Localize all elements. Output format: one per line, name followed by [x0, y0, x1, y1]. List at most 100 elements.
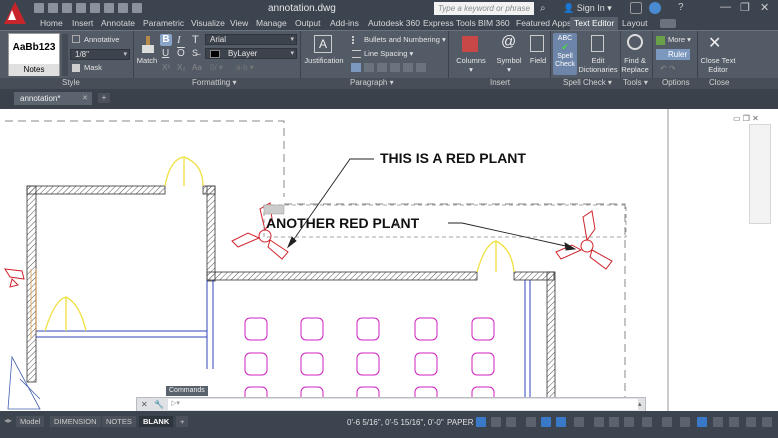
sign-in-button[interactable]: 👤 Sign In ▾ [563, 3, 612, 14]
navigation-bar[interactable] [749, 124, 771, 224]
text-style-swatch[interactable]: AaBb123 Notes [8, 33, 60, 76]
lineweight-icon[interactable] [574, 417, 584, 427]
panel-label-close[interactable]: Close [709, 78, 729, 87]
hardware-acceleration-icon[interactable] [697, 417, 707, 427]
panel-label-options[interactable]: Options [662, 78, 690, 87]
italic-button[interactable]: I [177, 34, 181, 46]
tab-parametric[interactable]: Parametric [143, 17, 184, 30]
selection-cycling-icon[interactable] [609, 417, 619, 427]
minimize-button[interactable]: — [720, 1, 731, 13]
ortho-icon[interactable] [506, 417, 516, 427]
close-window-button[interactable]: ✕ [760, 1, 769, 14]
strikethrough-icon[interactable]: S̶ [192, 48, 198, 58]
layout-nav-arrows[interactable]: ◂▸ [4, 416, 12, 425]
tracking-icon[interactable]: a-b ▾ [236, 63, 254, 72]
tab-text-editor[interactable]: Text Editor [570, 17, 619, 30]
bold-button[interactable]: B [160, 34, 172, 46]
justification-button[interactable]: Justification [303, 56, 345, 65]
tab-autodesk-360[interactable]: Autodesk 360 [368, 17, 420, 30]
tab-output[interactable]: Output [295, 17, 321, 30]
tab-manage[interactable]: Manage [256, 17, 287, 30]
annotation-scale-icon[interactable] [662, 417, 672, 427]
stay-connected-icon[interactable] [649, 2, 661, 14]
find-replace-button[interactable]: Find & Replace [620, 56, 650, 74]
align-right-icon[interactable] [377, 63, 387, 72]
tab-layout[interactable]: Layout [622, 17, 648, 30]
save-as-icon[interactable] [76, 3, 86, 13]
tab-view[interactable]: View [230, 17, 248, 30]
leader-text-red-plant[interactable]: THIS IS A RED PLANT [380, 150, 526, 166]
subscript-icon[interactable]: X₂ [177, 63, 185, 72]
help-icon[interactable]: ? [678, 2, 684, 13]
ruler-button[interactable]: Ruler [656, 49, 690, 60]
oblique-icon[interactable]: 0/ ▾ [210, 63, 223, 72]
restore-button[interactable]: ❐ [740, 1, 750, 14]
ribbon-minimize-toggle[interactable] [660, 19, 676, 28]
more-button[interactable]: More ▾ [668, 35, 691, 44]
font-combo[interactable]: Arial ▾ [205, 34, 297, 45]
edit-dictionaries-button[interactable]: Edit Dictionaries [578, 56, 618, 74]
workspace-icon[interactable] [132, 3, 142, 13]
open-icon[interactable] [48, 3, 58, 13]
command-close-icon[interactable]: ✕ [141, 400, 148, 409]
bullets-numbering-button[interactable]: Bullets and Numbering ▾ [364, 35, 446, 44]
undo-icon[interactable] [104, 3, 114, 13]
mask-button[interactable]: Mask [84, 63, 102, 72]
command-settings-icon[interactable]: 🔧 [154, 400, 164, 409]
quick-access-toolbar[interactable] [34, 3, 142, 14]
panel-label-spell-check[interactable]: Spell Check ▾ [563, 78, 612, 87]
close-text-editor-button[interactable]: Close Text Editor [699, 56, 737, 74]
search-icon[interactable]: ⌕ [540, 3, 546, 14]
spell-check-button[interactable]: ABC ✔ Spell Check [553, 33, 577, 75]
clean-screen-icon[interactable] [713, 417, 723, 427]
paragraph-icon[interactable] [416, 63, 426, 72]
layout-tab-notes[interactable]: NOTES [102, 416, 136, 427]
isodraft-icon[interactable] [541, 417, 551, 427]
align-center-icon[interactable] [364, 63, 374, 72]
annotative-button[interactable]: Annotative [84, 35, 119, 44]
save-icon[interactable] [62, 3, 72, 13]
columns-button[interactable]: Columns ▾ [452, 56, 490, 74]
layout-tab-blank[interactable]: BLANK [139, 416, 174, 427]
panel-label-style[interactable]: Style [62, 78, 80, 87]
tab-insert[interactable]: Insert [72, 17, 93, 30]
grid-icon[interactable] [476, 417, 486, 427]
match-button[interactable]: Match [135, 56, 159, 65]
panel-label-formatting[interactable]: Formatting ▾ [192, 78, 236, 87]
transparency-icon[interactable] [594, 417, 604, 427]
plot-icon[interactable] [90, 3, 100, 13]
command-input[interactable]: ▷▾ [168, 399, 638, 410]
underline-button[interactable]: U [162, 48, 169, 59]
align-left-icon[interactable] [351, 63, 361, 72]
tab-visualize[interactable]: Visualize [191, 17, 225, 30]
annotation-monitor-icon[interactable] [624, 417, 634, 427]
search-input[interactable]: Type a keyword or phrase [434, 2, 534, 15]
layout-tab-dimension[interactable]: DIMENSION [50, 416, 101, 427]
distribute-icon[interactable] [403, 63, 413, 72]
superscript-icon[interactable]: X² [162, 63, 170, 72]
viewport-controls[interactable]: ▭ ❐ ✕ [733, 114, 759, 123]
object-snap-icon[interactable] [556, 417, 566, 427]
redo-icon[interactable] [118, 3, 128, 13]
menu-icon[interactable] [762, 417, 772, 427]
command-dropdown-icon[interactable]: ▴ [638, 400, 642, 408]
space-toggle[interactable]: PAPER [447, 418, 474, 427]
panel-label-paragraph[interactable]: Paragraph ▾ [350, 78, 394, 87]
line-spacing-button[interactable]: Line Spacing ▾ [364, 49, 413, 58]
file-tab-annotation[interactable]: annotation* ✕ [14, 92, 92, 105]
tab-add-ins[interactable]: Add-ins [330, 17, 359, 30]
symbol-button[interactable]: Symbol ▾ [492, 56, 526, 74]
panel-label-insert[interactable]: Insert [490, 78, 510, 87]
field-button[interactable]: Field [525, 56, 551, 65]
tab-express-tools[interactable]: Express Tools [423, 17, 476, 30]
new-file-tab-button[interactable]: + [98, 93, 110, 103]
isolate-objects-icon[interactable] [680, 417, 690, 427]
snap-icon[interactable] [491, 417, 501, 427]
workspace-switch-icon[interactable] [642, 417, 652, 427]
layout-tab-model[interactable]: Model [16, 416, 45, 427]
panel-label-tools[interactable]: Tools ▾ [623, 78, 648, 87]
new-icon[interactable] [34, 3, 44, 13]
undo-redo-icons[interactable]: ↶ ↷ [660, 64, 676, 73]
quick-view-icon[interactable] [746, 417, 756, 427]
style-gallery-scroll[interactable] [62, 34, 68, 76]
